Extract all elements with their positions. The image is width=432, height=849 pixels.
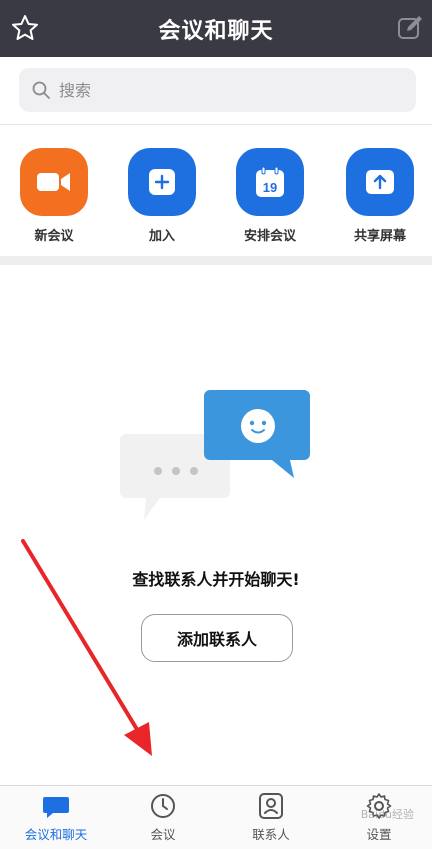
new-meeting-button[interactable]: 新会议 [9,148,99,244]
join-button[interactable]: 加入 [117,148,207,244]
search-bar[interactable] [19,68,416,112]
tab-label: 会议 [150,827,176,842]
tab-label: 联系人 [252,827,290,842]
video-camera-icon [37,173,70,191]
tab-meetings-chat[interactable]: 会议和聊天 [6,792,106,843]
page-title: 会议和聊天 [158,18,274,44]
tab-label: 会议和聊天 [24,827,88,842]
search-section [0,57,432,125]
empty-state-message: 查找联系人并开始聊天! [132,570,300,589]
schedule-button[interactable]: 19 安排会议 [225,148,315,244]
star-icon[interactable] [10,13,40,43]
calendar-icon: 19 [256,166,284,197]
search-input[interactable] [59,80,379,100]
add-contact-button[interactable]: 添加联系人 [141,614,293,662]
tab-contacts[interactable]: 联系人 [221,792,321,843]
plus-icon [149,169,175,195]
chat-bubbles-illustration [120,390,310,520]
schedule-label: 安排会议 [243,229,296,244]
tab-label: 设置 [366,827,392,842]
tab-meetings[interactable]: 会议 [113,792,213,843]
contact-icon [259,793,283,819]
schedule-tile[interactable]: 19 [236,148,304,216]
new-meeting-tile[interactable] [20,148,88,216]
clock-icon [151,794,175,818]
quick-actions: 新会议 加入 19 安排会议 共享屏幕 [0,126,432,256]
compose-icon[interactable] [396,14,424,42]
chat-bubble-icon [43,797,69,818]
calendar-day-text: 19 [263,180,277,195]
share-screen-icon [366,170,394,194]
section-divider [0,256,432,265]
search-icon [32,81,50,99]
join-label: 加入 [148,229,175,244]
share-screen-tile[interactable] [346,148,414,216]
new-meeting-label: 新会议 [34,229,74,244]
watermark: Baidu经验 [360,808,414,821]
top-bar: 会议和聊天 [0,0,432,57]
share-screen-button[interactable]: 共享屏幕 [335,148,425,244]
join-tile[interactable] [128,148,196,216]
share-screen-label: 共享屏幕 [353,229,406,244]
